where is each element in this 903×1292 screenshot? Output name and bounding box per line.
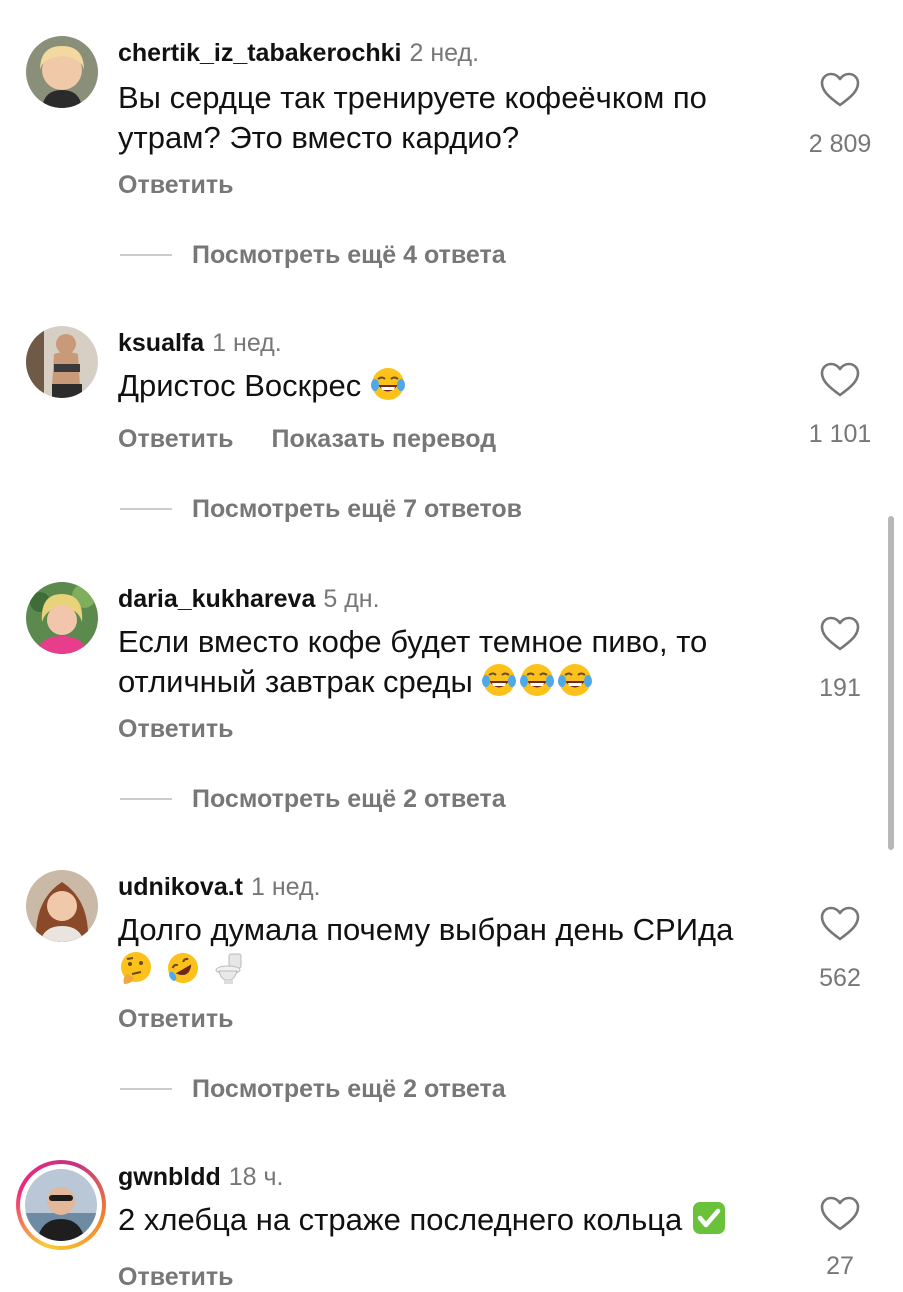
view-replies[interactable]: Посмотреть ещё 2 ответа xyxy=(120,784,506,814)
check-mark-button-icon xyxy=(691,1200,727,1236)
thinking-face-icon xyxy=(118,950,154,986)
like-button[interactable] xyxy=(805,1196,875,1232)
timestamp: 1 нед. xyxy=(251,873,321,901)
face-with-tears-of-joy-icon xyxy=(557,662,593,698)
comment-text-line: Дристос Воскрес xyxy=(118,368,362,403)
reply-button[interactable]: Ответить xyxy=(118,171,234,199)
view-replies-label[interactable]: Посмотреть ещё 2 ответа xyxy=(192,1075,506,1104)
like-count: 1 101 xyxy=(808,420,872,448)
comment-header: ksualfa 1 нед. xyxy=(118,328,282,358)
like-button[interactable] xyxy=(805,362,875,398)
avatar[interactable] xyxy=(25,1169,97,1241)
face-with-tears-of-joy-icon xyxy=(370,366,406,402)
avatar[interactable] xyxy=(26,870,98,942)
username[interactable]: chertik_iz_tabakerochki xyxy=(118,39,401,67)
face-with-tears-of-joy-icon xyxy=(481,662,517,698)
view-replies[interactable]: Посмотреть ещё 7 ответов xyxy=(120,494,522,524)
heart-outline-icon xyxy=(820,906,860,941)
like-count: 191 xyxy=(819,674,861,702)
username[interactable]: gwnbldd xyxy=(118,1163,221,1191)
comment-text-line: 2 хлебца на страже последнего кольца xyxy=(118,1202,683,1237)
avatar[interactable] xyxy=(26,36,98,108)
comment-actions: Ответить xyxy=(118,1262,234,1292)
toilet-icon xyxy=(211,950,247,986)
translate-button[interactable]: Показать перевод xyxy=(272,425,497,453)
reply-button[interactable]: Ответить xyxy=(118,1263,234,1291)
comment-text-line: утрам? Это вместо кардио? xyxy=(118,120,520,155)
like-count: 2 809 xyxy=(808,130,872,158)
story-ring[interactable] xyxy=(16,1160,106,1250)
heart-outline-icon xyxy=(820,362,860,397)
reply-button[interactable]: Ответить xyxy=(118,425,234,453)
comment-text: Если вместо кофе будет темное пиво, то о… xyxy=(118,622,798,702)
comment-header: daria_kukhareva 5 дн. xyxy=(118,584,380,614)
comment-text-line: Вы сердце так тренируете кофеёчком по xyxy=(118,80,707,115)
rolling-on-floor-laughing-icon xyxy=(165,950,201,986)
heart-outline-icon xyxy=(820,1196,860,1231)
username[interactable]: udnikova.t xyxy=(118,873,243,901)
reply-button[interactable]: Ответить xyxy=(118,715,234,743)
reply-button[interactable]: Ответить xyxy=(118,1005,234,1033)
avatar[interactable] xyxy=(26,582,98,654)
comment-text: Вы сердце так тренируете кофеёчком по ут… xyxy=(118,78,798,158)
comment-text-line: Долго думала почему выбран день СРИда xyxy=(118,912,734,947)
username[interactable]: daria_kukhareva xyxy=(118,585,315,613)
avatar[interactable] xyxy=(26,326,98,398)
username[interactable]: ksualfa xyxy=(118,329,204,357)
comment-actions: Ответить Показать перевод xyxy=(118,424,496,454)
timestamp: 18 ч. xyxy=(228,1163,284,1191)
comment-text: Дристос Воскрес xyxy=(118,366,798,406)
comment-text-line: отличный завтрак среды xyxy=(118,664,473,699)
comment-header: udnikova.t 1 нед. xyxy=(118,872,321,902)
like-button[interactable] xyxy=(805,616,875,652)
comment-actions: Ответить xyxy=(118,1004,234,1034)
timestamp: 5 дн. xyxy=(323,585,380,613)
timestamp: 2 нед. xyxy=(409,39,480,67)
view-replies-label[interactable]: Посмотреть ещё 4 ответа xyxy=(192,241,506,270)
face-with-tears-of-joy-icon xyxy=(519,662,555,698)
comment-text: Долго думала почему выбран день СРИда xyxy=(118,910,798,990)
view-replies[interactable]: Посмотреть ещё 4 ответа xyxy=(120,240,506,270)
comment-actions: Ответить xyxy=(118,170,234,200)
divider xyxy=(120,1088,172,1090)
timestamp: 1 нед. xyxy=(212,329,282,357)
like-count: 27 xyxy=(826,1252,854,1280)
comment-text: 2 хлебца на страже последнего кольца xyxy=(118,1200,798,1240)
scrollbar[interactable] xyxy=(888,516,894,850)
divider xyxy=(120,508,172,510)
comment-actions: Ответить xyxy=(118,714,234,744)
view-replies-label[interactable]: Посмотреть ещё 2 ответа xyxy=(192,785,506,814)
comment-header: chertik_iz_tabakerochki 2 нед. xyxy=(118,38,479,68)
like-count: 562 xyxy=(819,964,861,992)
comment-text-line: Если вместо кофе будет темное пиво, то xyxy=(118,624,708,659)
view-replies[interactable]: Посмотреть ещё 2 ответа xyxy=(120,1074,506,1104)
heart-outline-icon xyxy=(820,616,860,651)
comment-header: gwnbldd 18 ч. xyxy=(118,1162,283,1192)
divider xyxy=(120,254,172,256)
view-replies-label[interactable]: Посмотреть ещё 7 ответов xyxy=(192,495,522,524)
like-button[interactable] xyxy=(805,906,875,942)
heart-outline-icon xyxy=(820,72,860,107)
divider xyxy=(120,798,172,800)
like-button[interactable] xyxy=(805,72,875,108)
